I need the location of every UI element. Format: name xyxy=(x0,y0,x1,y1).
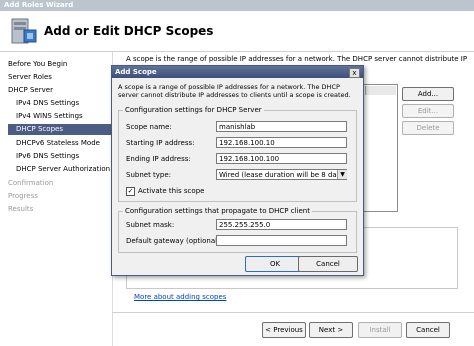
activate-scope-label: Activate this scope xyxy=(138,187,205,195)
config-settings-legend: Configuration settings for DHCP Server xyxy=(123,106,264,114)
end-ip-field[interactable]: 192.168.100.100 xyxy=(216,153,347,164)
subnet-type-select[interactable]: Wired (lease duration will be 8 days) xyxy=(216,169,347,180)
scope-name-label: Scope name: xyxy=(126,123,172,131)
start-ip-label: Starting IP address: xyxy=(126,139,195,147)
subnet-mask-label: Subnet mask: xyxy=(126,221,175,229)
nav-item-ipv6-dns[interactable]: IPv6 DNS Settings xyxy=(16,152,79,160)
add-scope-dialog: Add Scope x A scope is a range of possib… xyxy=(111,65,364,276)
nav-item-before-you-begin[interactable]: Before You Begin xyxy=(8,60,67,68)
nav-item-dhcp-server[interactable]: DHCP Server xyxy=(8,86,53,94)
dialog-title: Add Scope xyxy=(115,68,157,76)
dialog-description: A scope is a range of possible IP addres… xyxy=(118,83,351,99)
window-title: Add Roles Wizard xyxy=(4,1,74,9)
install-button: Install xyxy=(358,322,402,338)
nav-item-dhcp-scopes[interactable]: DHCP Scopes xyxy=(8,124,112,135)
add-scope-button[interactable]: Add... xyxy=(402,87,454,101)
scope-name-field[interactable]: manishlab xyxy=(216,121,347,132)
nav-item-dhcpv6-stateless[interactable]: DHCPv6 Stateless Mode xyxy=(16,139,100,147)
nav-item-server-roles[interactable]: Server Roles xyxy=(8,73,52,81)
dialog-title-bar[interactable]: Add Scope x xyxy=(112,66,363,78)
list-column-header[interactable] xyxy=(365,86,396,95)
gateway-label: Default gateway (optional): xyxy=(126,237,223,245)
nav-item-progress: Progress xyxy=(8,192,38,200)
footer-divider xyxy=(112,312,474,313)
wizard-nav: Before You Begin Server Roles DHCP Serve… xyxy=(0,52,113,346)
previous-button[interactable]: < Previous xyxy=(262,322,306,338)
subnet-mask-field[interactable]: 255.255.255.0 xyxy=(216,219,347,230)
scope-description: A scope is the range of possible IP addr… xyxy=(126,55,468,63)
nav-item-ipv4-wins[interactable]: IPv4 WINS Settings xyxy=(16,112,83,120)
ok-button[interactable]: OK xyxy=(245,256,305,272)
cancel-wizard-button[interactable]: Cancel xyxy=(406,322,450,338)
delete-scope-button: Delete xyxy=(402,121,454,135)
nav-item-dhcp-authorization[interactable]: DHCP Server Authorization xyxy=(16,165,110,173)
next-button[interactable]: Next > xyxy=(309,322,353,338)
end-ip-label: Ending IP address: xyxy=(126,155,191,163)
dialog-cancel-button[interactable]: Cancel xyxy=(298,256,358,272)
gateway-field[interactable] xyxy=(216,235,347,246)
edit-scope-button: Edit... xyxy=(402,104,454,118)
more-about-scopes-link[interactable]: More about adding scopes xyxy=(134,293,226,301)
subnet-type-label: Subnet type: xyxy=(126,171,172,179)
nav-item-confirmation: Confirmation xyxy=(8,179,54,187)
close-icon[interactable]: x xyxy=(349,68,360,78)
chevron-down-icon[interactable]: ▼ xyxy=(337,170,347,179)
start-ip-field[interactable]: 192.168.100.10 xyxy=(216,137,347,148)
nav-item-label: DHCP Scopes xyxy=(16,125,63,133)
nav-item-results: Results xyxy=(8,205,34,213)
propagate-settings-group xyxy=(118,211,357,253)
nav-item-ipv4-dns[interactable]: IPv4 DNS Settings xyxy=(16,99,79,107)
server-icon xyxy=(8,16,38,46)
propagate-settings-legend: Configuration settings that propagate to… xyxy=(123,207,312,215)
activate-scope-checkbox[interactable]: ✓ xyxy=(126,187,135,196)
subnet-type-value: Wired (lease duration will be 8 days) xyxy=(219,171,347,179)
page-title: Add or Edit DHCP Scopes xyxy=(44,24,214,38)
